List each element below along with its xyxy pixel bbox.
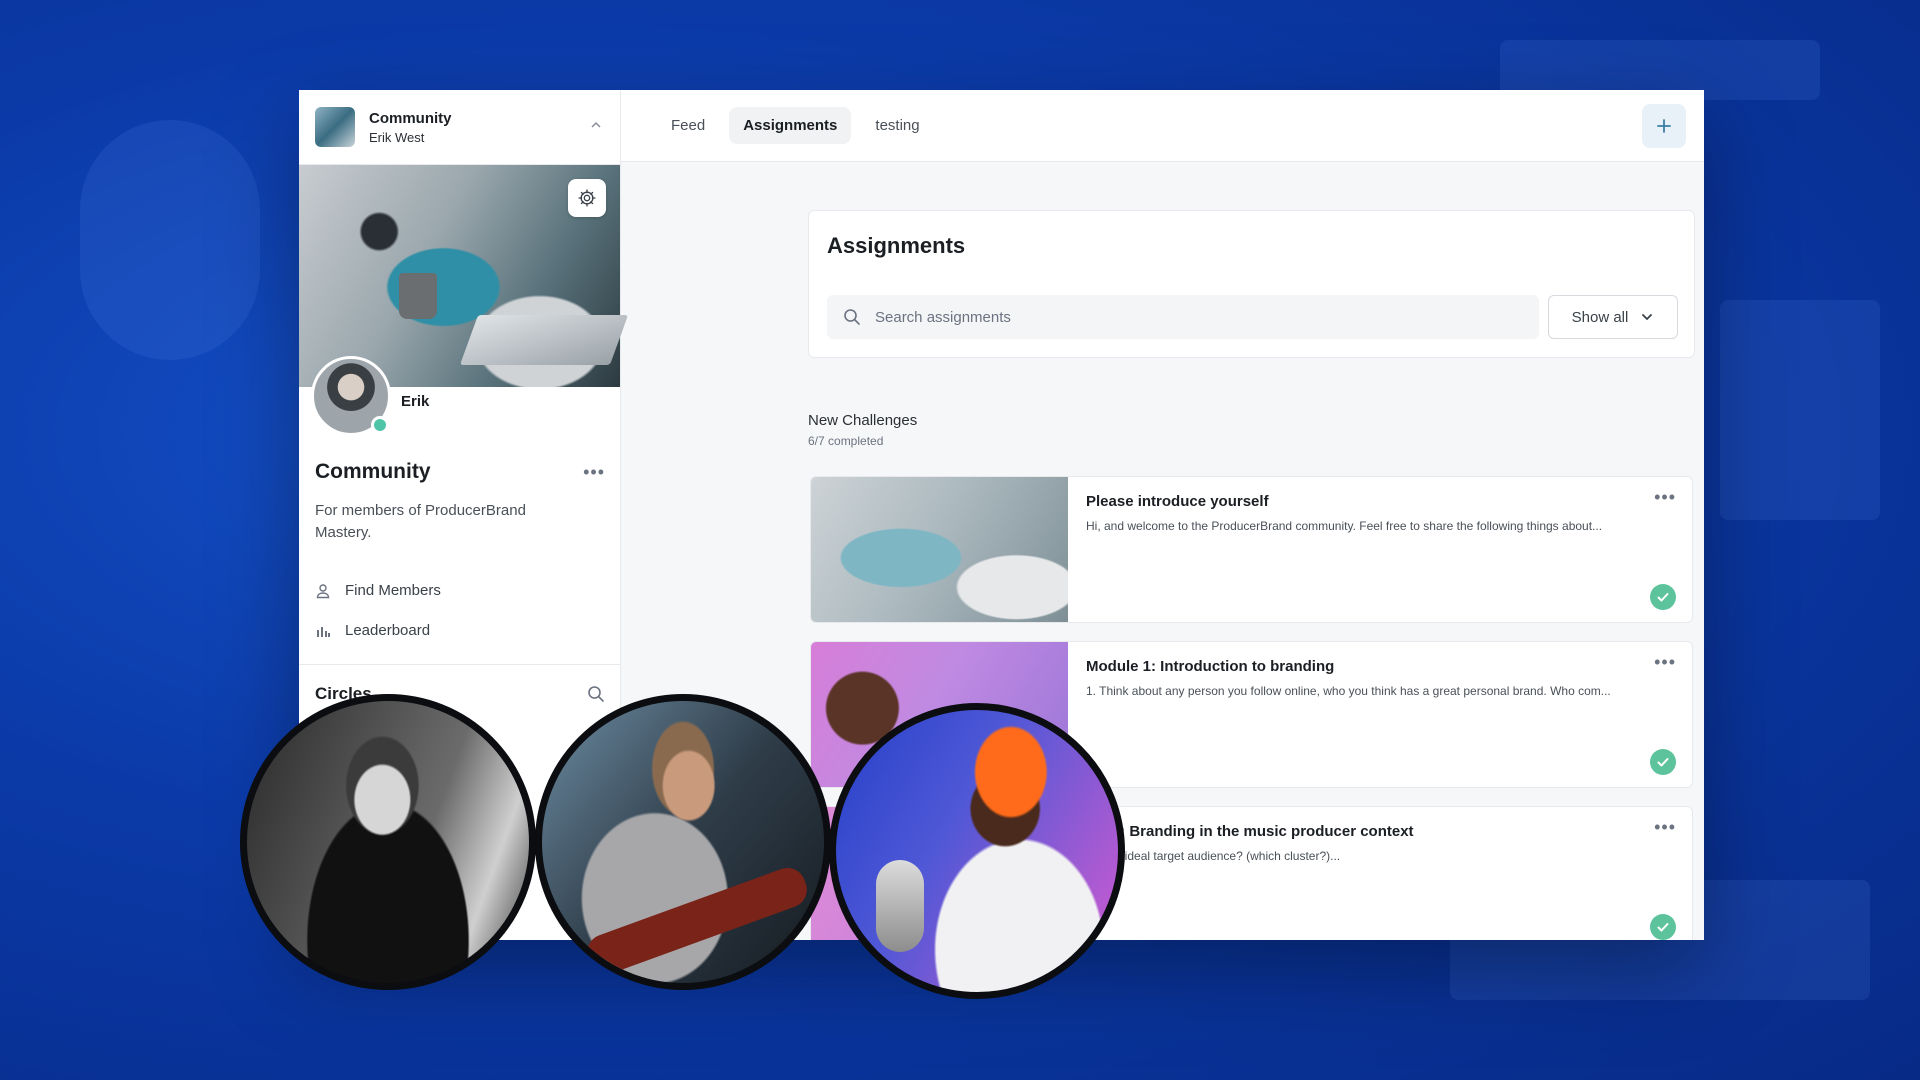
community-title: Community xyxy=(315,460,431,483)
more-options-icon[interactable]: ••• xyxy=(1654,652,1676,673)
background-decoration xyxy=(80,120,260,360)
divider xyxy=(299,664,621,665)
settings-button[interactable] xyxy=(568,179,606,217)
bar-chart-icon xyxy=(317,626,330,637)
completed-check-icon xyxy=(1650,749,1676,775)
community-switcher[interactable]: Community Erik West xyxy=(299,90,620,165)
assignment-description: Hi, and welcome to the ProducerBrand com… xyxy=(1086,519,1603,533)
assignment-description: is your ideal target audience? (which cl… xyxy=(1086,849,1341,863)
profile-avatar[interactable] xyxy=(311,356,391,436)
assignment-thumbnail xyxy=(811,477,1068,622)
assignment-description: 1. Think about any person you follow onl… xyxy=(1086,684,1611,698)
background-decoration xyxy=(1720,300,1880,520)
community-switcher-title: Community xyxy=(369,109,452,127)
assignment-card[interactable]: Please introduce yourself Hi, and welcom… xyxy=(810,476,1693,623)
tab-assignments[interactable]: Assignments xyxy=(729,107,852,144)
nav-item-label: Leaderboard xyxy=(345,622,431,639)
person-photo-circle xyxy=(829,703,1125,999)
filter-dropdown-label: Show all xyxy=(1571,308,1629,326)
assignment-title: Module 1: Introduction to branding xyxy=(1086,658,1335,675)
plus-icon xyxy=(1657,119,1671,133)
person-photo-circle xyxy=(240,694,536,990)
nav-item-label: Find Members xyxy=(345,582,441,599)
completed-check-icon xyxy=(1650,914,1676,940)
online-status-indicator xyxy=(371,416,389,434)
chevron-down-icon xyxy=(1642,314,1653,321)
assignment-title: Please introduce yourself xyxy=(1086,493,1269,510)
top-navigation: Feed Assignments testing xyxy=(621,90,1704,162)
completed-check-icon xyxy=(1650,584,1676,610)
tab-testing[interactable]: testing xyxy=(861,107,933,144)
cover-image-detail xyxy=(399,273,437,319)
search-icon xyxy=(844,309,860,325)
more-options-icon[interactable]: ••• xyxy=(583,462,605,483)
search-input[interactable] xyxy=(875,308,1515,326)
more-options-icon[interactable]: ••• xyxy=(1654,487,1676,508)
gear-icon xyxy=(578,189,596,207)
search-icon[interactable] xyxy=(587,685,605,703)
bass-guitar-detail xyxy=(582,862,812,980)
profile-name: Erik xyxy=(401,393,430,410)
community-description: For members of ProducerBrand Mastery. xyxy=(315,502,526,541)
tab-feed[interactable]: Feed xyxy=(657,107,719,144)
community-cover-image xyxy=(299,165,629,387)
section-title: New Challenges xyxy=(808,412,918,429)
cover-image-detail xyxy=(459,315,629,365)
page-title: Assignments xyxy=(827,233,966,258)
community-logo xyxy=(315,107,355,147)
microphone-detail xyxy=(876,860,924,952)
person-icon xyxy=(316,583,330,598)
add-button[interactable] xyxy=(1642,104,1686,148)
section-progress: 6/7 completed xyxy=(808,434,884,448)
nav-find-members[interactable]: Find Members xyxy=(315,582,441,599)
more-options-icon[interactable]: ••• xyxy=(1654,817,1676,838)
assignments-header-card: Assignments Show all xyxy=(808,210,1695,358)
filter-dropdown[interactable]: Show all xyxy=(1548,295,1678,339)
chevron-up-icon[interactable] xyxy=(588,119,604,135)
search-bar xyxy=(827,295,1539,339)
community-switcher-user: Erik West xyxy=(369,129,425,145)
assignment-title: ule 2: Branding in the music producer co… xyxy=(1086,823,1414,840)
nav-leaderboard[interactable]: Leaderboard xyxy=(315,622,430,639)
person-photo-circle xyxy=(535,694,831,990)
